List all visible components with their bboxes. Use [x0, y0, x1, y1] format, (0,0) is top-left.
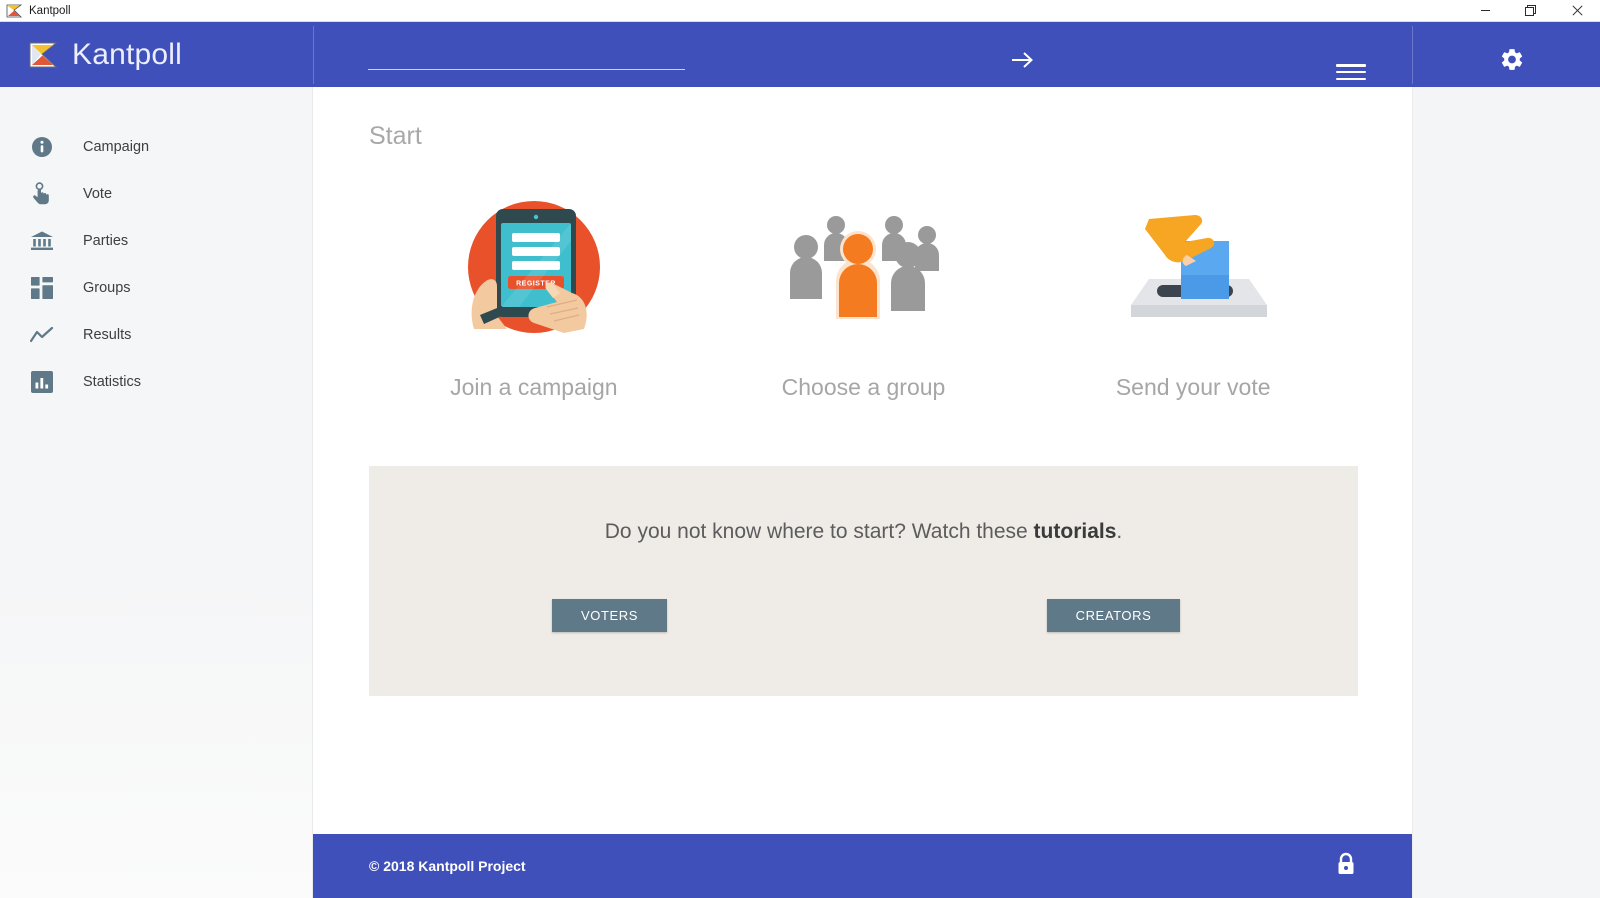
kantpoll-logo-icon [6, 4, 23, 18]
padlock-closed-icon[interactable] [1335, 852, 1357, 881]
settings-zone [1412, 22, 1600, 87]
sidebar-item-label: Statistics [83, 374, 142, 390]
line-chart-icon [30, 323, 54, 347]
sidebar-item-campaign[interactable]: Campaign [0, 127, 313, 167]
tutorials-panel: Do you not know where to start? Watch th… [369, 466, 1358, 696]
gear-icon[interactable] [1499, 47, 1525, 78]
brand-zone[interactable]: Kantpoll [0, 22, 313, 87]
minimize-button[interactable] [1462, 0, 1508, 22]
page-title: Start [369, 122, 422, 150]
window-title-text: Kantpoll [29, 4, 71, 17]
hamburger-menu-icon[interactable] [1336, 61, 1366, 83]
sidebar-item-label: Parties [83, 233, 129, 249]
header-divider-right [1412, 26, 1413, 84]
main-content: Start REGISTER Join a campaign Choose a … [313, 87, 1412, 834]
bar-chart-icon [30, 370, 54, 394]
right-rail [1412, 87, 1600, 898]
tutorials-keyword: tutorials [1033, 520, 1117, 543]
feature-send-vote[interactable]: Send your vote [1028, 197, 1358, 497]
left-sidebar: Campaign Vote Parties Groups Results Sta… [0, 87, 313, 898]
copyright-text: © 2018 Kantpoll Project [369, 858, 526, 874]
window-controls [1462, 0, 1600, 22]
window-title-bar: Kantpoll [0, 0, 1600, 22]
feature-choose-group[interactable]: Choose a group [699, 197, 1029, 497]
sidebar-item-label: Results [83, 327, 132, 343]
brand-title: Kantpoll [72, 37, 183, 71]
sidebar-item-vote[interactable]: Vote [0, 174, 313, 214]
sidebar-item-label: Vote [83, 186, 113, 202]
search-input[interactable] [368, 44, 685, 70]
creators-tutorial-button[interactable]: CREATORS [1047, 599, 1180, 632]
kantpoll-logo-icon [28, 41, 58, 69]
close-button[interactable] [1554, 0, 1600, 22]
sidebar-item-label: Campaign [83, 139, 150, 155]
feature-join-campaign[interactable]: REGISTER Join a campaign [369, 197, 699, 497]
feature-caption: Send your vote [1115, 374, 1271, 400]
hand-pointer-icon [30, 182, 54, 206]
people-group-icon [774, 197, 954, 337]
sidebar-item-groups[interactable]: Groups [0, 268, 313, 308]
search-zone [313, 22, 1412, 87]
feature-row: REGISTER Join a campaign Choose a group … [369, 197, 1358, 497]
arrow-right-icon[interactable] [1008, 45, 1038, 75]
bank-columns-icon [30, 229, 54, 253]
voters-tutorial-button[interactable]: VOTERS [552, 599, 667, 632]
sidebar-item-results[interactable]: Results [0, 315, 313, 355]
grid-blocks-icon [30, 276, 54, 300]
feature-caption: Join a campaign [450, 374, 618, 400]
tutorials-text-before: Do you not know where to start? Watch th… [604, 520, 1034, 543]
feature-caption: Choose a group [781, 374, 946, 400]
register-tablet-icon: REGISTER [444, 197, 624, 337]
tutorials-text: Do you not know where to start? Watch th… [369, 520, 1358, 544]
maximize-restore-button[interactable] [1508, 0, 1554, 22]
app-footer: © 2018 Kantpoll Project [313, 834, 1412, 898]
ballot-box-icon [1103, 197, 1283, 337]
sidebar-item-statistics[interactable]: Statistics [0, 362, 313, 402]
tutorials-text-after: . [1116, 520, 1123, 543]
sidebar-item-parties[interactable]: Parties [0, 221, 313, 261]
app-header: Kantpoll [0, 22, 1600, 87]
info-circle-icon [30, 135, 54, 159]
sidebar-item-label: Groups [83, 280, 131, 296]
